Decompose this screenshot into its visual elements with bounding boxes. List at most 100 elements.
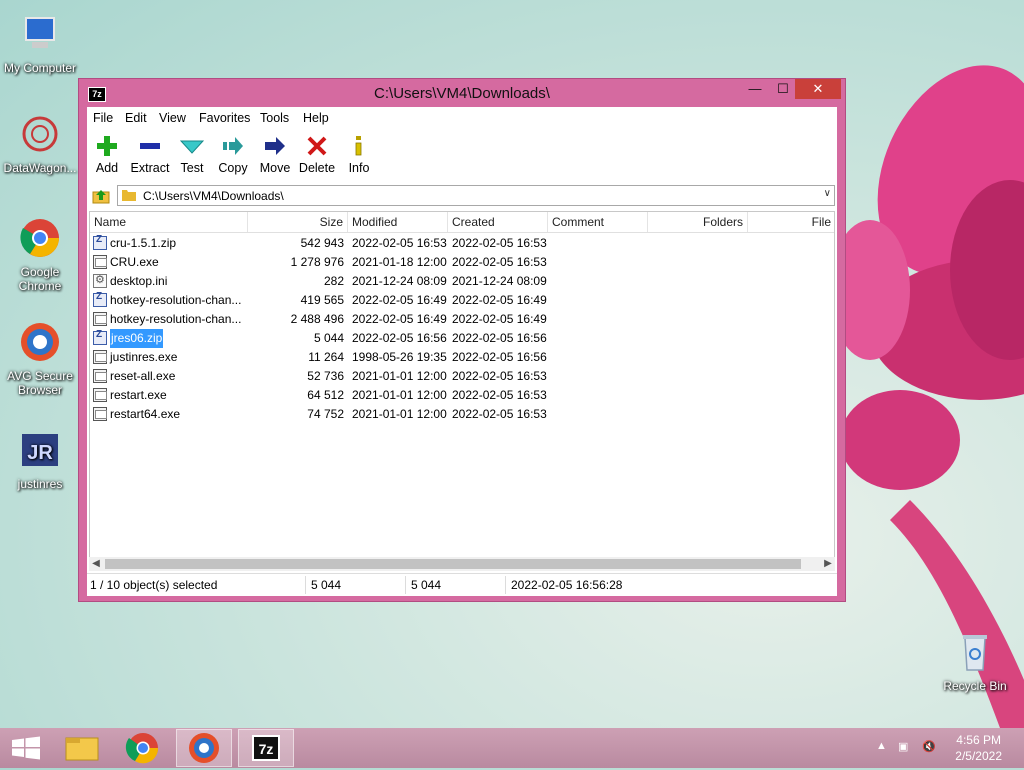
address-bar: C:\Users\VM4\Downloads\ ∨ [87, 183, 837, 209]
file-name-cell: desktop.ini [90, 272, 248, 291]
move-button[interactable]: Move [253, 135, 297, 175]
file-row[interactable]: hotkey-resolution-chan... 419 565 2022-02-… [90, 291, 834, 310]
info-icon [355, 136, 362, 156]
maximize-button[interactable]: ☐ [769, 79, 797, 99]
file-modified-cell: 2021-12-24 08:09 [352, 274, 447, 288]
desktop-icon-label: My Computer [3, 61, 77, 75]
desktop-icon-label: Google Chrome [18, 265, 62, 293]
file-size-cell: 11 264 [308, 350, 344, 364]
file-created-cell: 2022-02-05 16:53 [452, 236, 547, 250]
chrome-icon [20, 219, 59, 257]
exe-file-icon [93, 407, 107, 421]
file-row[interactable]: reset-all.exe 52 736 2021-01-01 12:00 2022-… [90, 367, 834, 386]
scroll-right-icon[interactable]: ▶ [821, 557, 835, 571]
file-name-cell: hotkey-resolution-chan... [90, 291, 248, 310]
extract-button[interactable]: Extract [128, 135, 172, 175]
window-client: File Edit View Favorites Tools Help Add … [87, 107, 837, 596]
column-size[interactable]: Size [248, 212, 348, 232]
copy-button[interactable]: Copy [211, 135, 255, 175]
horizontal-scrollbar[interactable]: ◀ ▶ [89, 557, 835, 571]
file-list[interactable]: Name Size Modified Created Comment Folde… [89, 211, 835, 571]
file-size-cell: 1 278 976 [290, 255, 344, 269]
volume-muted-icon[interactable]: 🔇 [922, 740, 936, 753]
column-folders[interactable]: Folders [648, 212, 748, 232]
taskbar-7zip[interactable]: 7z [238, 729, 294, 767]
taskbar-clock[interactable]: 4:56 PM 2/5/2022 [955, 732, 1002, 764]
status-bar: 1 / 10 object(s) selected 5 044 5 044 20… [87, 573, 837, 596]
window-title: C:\Users\VM4\Downloads\ [374, 85, 550, 102]
check-icon [180, 140, 204, 154]
file-name-cell: reset-all.exe [90, 367, 248, 386]
start-icon [12, 736, 40, 760]
column-files[interactable]: File [748, 212, 834, 232]
taskbar-file-explorer[interactable] [54, 729, 110, 767]
window-titlebar[interactable]: 7z C:\Users\VM4\Downloads\ — ☐ ✕ [79, 79, 845, 107]
file-name: hotkey-resolution-chan... [110, 312, 242, 326]
desktop-icon-chrome[interactable]: Google Chrome [0, 216, 80, 293]
desktop-icon-justinres[interactable]: JR justinres [0, 428, 80, 491]
add-button[interactable]: Add [85, 135, 129, 175]
test-button[interactable]: Test [170, 135, 214, 175]
file-modified-cell: 2021-01-01 12:00 [352, 388, 447, 402]
menu-tools[interactable]: Tools [260, 111, 289, 125]
network-icon[interactable]: ▣ [898, 740, 908, 753]
desktop-icon-recycle-bin[interactable]: Recycle Bin [935, 630, 1015, 693]
extract-label: Extract [130, 161, 170, 175]
folder-up-icon[interactable] [91, 186, 111, 206]
file-modified-cell: 2022-02-05 16:53 [352, 236, 447, 250]
menu-view[interactable]: View [159, 111, 186, 125]
7zip-window: 7z C:\Users\VM4\Downloads\ — ☐ ✕ File Ed… [78, 78, 846, 602]
file-name: cru-1.5.1.zip [110, 236, 177, 250]
file-row[interactable]: restart64.exe 74 752 2021-01-01 12:00 2022-… [90, 405, 834, 424]
svg-text:JR: JR [27, 442, 53, 464]
file-created-cell: 2022-02-05 16:49 [452, 293, 547, 307]
toolbar: Add Extract Test Copy Move Delete Info [87, 129, 837, 183]
file-size-cell: 5 044 [313, 331, 344, 345]
menu-file[interactable]: File [93, 111, 113, 125]
start-button[interactable] [0, 729, 56, 767]
zip-file-icon [93, 234, 107, 250]
menu-help[interactable]: Help [303, 111, 329, 125]
desktop-icon-avg-browser[interactable]: AVG Secure Browser [0, 320, 80, 397]
chevron-down-icon[interactable]: ∨ [824, 188, 831, 199]
file-row[interactable]: justinres.exe 11 264 1998-05-26 19:35 2022-… [90, 348, 834, 367]
file-created-cell: 2022-02-05 16:53 [452, 388, 547, 402]
file-row[interactable]: CRU.exe 1 278 976 2021-01-18 12:00 2022-02-… [90, 253, 834, 272]
file-name-cell: cru-1.5.1.zip [90, 234, 248, 253]
file-row[interactable]: hotkey-resolution-chan... 2 488 496 2022-0… [90, 310, 834, 329]
close-button[interactable]: ✕ [795, 79, 841, 99]
file-name: hotkey-resolution-chan... [110, 293, 242, 307]
file-row[interactable]: jres06.zip 5 044 2022-02-05 16:56 2022-02-0… [90, 329, 834, 348]
menu-favorites[interactable]: Favorites [199, 111, 250, 125]
file-size-cell: 419 565 [300, 293, 344, 307]
scroll-thumb[interactable] [105, 559, 801, 569]
minimize-button[interactable]: — [741, 79, 769, 99]
file-size-cell: 2 488 496 [290, 312, 344, 326]
column-comment[interactable]: Comment [548, 212, 648, 232]
file-created-cell: 2022-02-05 16:53 [452, 369, 547, 383]
path-combobox[interactable]: C:\Users\VM4\Downloads\ ∨ [117, 185, 835, 206]
tray-expand-icon[interactable]: ▲ [876, 740, 887, 752]
file-name-cell: hotkey-resolution-chan... [90, 310, 248, 329]
file-modified-cell: 2021-01-01 12:00 [352, 369, 447, 383]
copy-label: Copy [218, 161, 248, 175]
taskbar-chrome[interactable] [115, 729, 171, 767]
column-name[interactable]: Name [90, 212, 248, 232]
taskbar: 7z ▲ ▣ 🔇 4:56 PM 2/5/2022 [0, 728, 1024, 768]
menu-edit[interactable]: Edit [125, 111, 147, 125]
file-row[interactable]: restart.exe 64 512 2021-01-01 12:00 2022-02… [90, 386, 834, 405]
taskbar-avg-browser[interactable] [176, 729, 232, 767]
info-button[interactable]: Info [337, 135, 381, 175]
delete-x-icon [307, 136, 327, 156]
delete-button[interactable]: Delete [295, 135, 339, 175]
file-row[interactable]: desktop.ini 282 2021-12-24 08:09 2021-12-24… [90, 272, 834, 291]
file-size-cell: 64 512 [307, 388, 344, 402]
column-modified[interactable]: Modified [348, 212, 448, 232]
desktop-icon-my-computer[interactable]: My Computer [0, 12, 80, 75]
column-created[interactable]: Created [448, 212, 548, 232]
path-text: C:\Users\VM4\Downloads\ [143, 189, 284, 203]
file-row[interactable]: cru-1.5.1.zip 542 943 2022-02-05 16:53 2022… [90, 234, 834, 253]
file-modified-cell: 2021-01-18 12:00 [352, 255, 447, 269]
desktop-icon-datawagon[interactable]: DataWagon... [0, 112, 80, 175]
scroll-left-icon[interactable]: ◀ [89, 557, 103, 571]
